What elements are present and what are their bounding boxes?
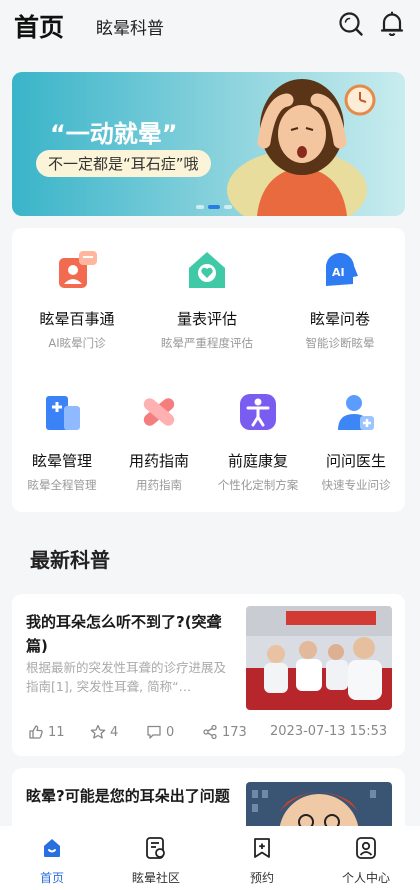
banner-subline: 不一定都是“耳石症”哦	[36, 150, 211, 177]
article-card[interactable]: 我的耳朵怎么听不到了?(突聋篇) 根据最新的突发性耳聋的诊疗进展及指南[1], …	[12, 594, 405, 756]
doctor-icon	[338, 395, 374, 430]
like-count: 11	[48, 724, 65, 740]
tab-label: 眩晕社区	[131, 871, 180, 885]
carousel-dot-active[interactable]	[208, 205, 220, 209]
carousel-dot[interactable]	[224, 205, 232, 209]
article-title: 我的耳朵怎么听不到了?(突聋篇)	[26, 613, 222, 655]
tab-appointment[interactable]: 预约	[222, 836, 302, 886]
article-abstract: 根据最新的突发性耳聋的诊疗进展及指南[1], 突发性耳聋, 简称“…	[26, 660, 227, 694]
service-label: 用药指南	[128, 452, 189, 470]
service-desc: 眩晕全程管理	[27, 478, 97, 492]
section-title: 最新科普	[30, 548, 110, 572]
ai-head-icon: AI	[325, 252, 358, 286]
service-label: 量表评估	[176, 310, 237, 328]
chat-doctor-icon	[59, 251, 97, 288]
bell-icon[interactable]	[378, 10, 406, 38]
service-medication[interactable]: 用药指南 用药指南	[115, 390, 203, 493]
top-header: 首页 眩晕科普	[0, 0, 420, 52]
service-desc: AI眩晕门诊	[48, 336, 106, 350]
service-label: 问问医生	[325, 452, 386, 470]
service-desc: 快速专业问诊	[321, 478, 391, 492]
tab-label: 首页	[39, 871, 64, 885]
service-dizzy-qa[interactable]: 眩晕百事通 AI眩晕门诊	[27, 248, 127, 351]
tab-home[interactable]: 首页	[12, 836, 92, 886]
service-label: 眩晕问卷	[309, 310, 370, 328]
service-questionnaire[interactable]: AI 眩晕问卷 智能诊断眩晕	[290, 248, 390, 351]
article-thumbnail	[246, 606, 392, 710]
comment-count: 0	[166, 724, 175, 740]
service-rehab[interactable]: 前庭康复 个性化定制方案	[208, 390, 308, 493]
pill-icon	[143, 398, 175, 426]
tab-community[interactable]: 眩晕社区	[116, 836, 196, 886]
rehab-person-icon	[240, 394, 276, 430]
favorite-count: 4	[110, 724, 119, 740]
carousel-dot[interactable]	[196, 205, 204, 209]
share-count: 173	[222, 724, 247, 740]
page-title: 首页	[14, 13, 65, 42]
banner-headline: “一动就晕”	[50, 120, 178, 148]
share-icon	[203, 724, 217, 740]
service-scale-assessment[interactable]: 量表评估 眩晕严重程度评估	[147, 248, 267, 351]
home-icon	[44, 839, 60, 857]
service-label: 眩晕管理	[31, 452, 92, 470]
service-management[interactable]: 眩晕管理 眩晕全程管理	[18, 390, 106, 493]
services-card: 眩晕百事通 AI眩晕门诊 量表评估 眩晕严重程度评估 AI 眩晕问卷 智能诊断眩…	[12, 228, 405, 512]
tab-profile[interactable]: 个人中心	[326, 836, 406, 886]
service-desc: 用药指南	[136, 478, 182, 492]
favorite-button[interactable]: 4	[90, 724, 118, 740]
promo-banner[interactable]: “一动就晕” 不一定都是“耳石症”哦	[12, 72, 405, 216]
article-date: 2023-07-13 15:53	[270, 724, 388, 739]
svg-text:AI: AI	[332, 266, 345, 279]
service-label: 眩晕百事通	[39, 310, 115, 328]
service-desc: 个性化定制方案	[217, 478, 299, 492]
tab-label: 个人中心	[341, 871, 390, 885]
share-button[interactable]: 173	[202, 724, 247, 740]
comment-button[interactable]: 0	[146, 724, 174, 740]
hospital-building-icon	[46, 396, 80, 430]
health-home-icon	[189, 252, 225, 288]
bottom-tab-bar: 首页 眩晕社区 预约 个人中心	[0, 826, 420, 890]
comment-icon	[147, 725, 161, 739]
service-label: 前庭康复	[227, 452, 288, 470]
like-button[interactable]: 11	[28, 724, 65, 740]
bookmark-plus-icon	[254, 838, 270, 858]
thumbs-up-icon	[29, 725, 43, 739]
service-desc: 眩晕严重程度评估	[161, 336, 253, 350]
tab-label: 预约	[249, 871, 274, 885]
page-subtitle[interactable]: 眩晕科普	[96, 14, 164, 39]
star-icon	[90, 724, 106, 739]
service-desc: 智能诊断眩晕	[305, 336, 375, 350]
search-icon[interactable]	[337, 10, 365, 38]
community-icon	[146, 837, 165, 859]
service-ask-doctor[interactable]: 问问医生 快速专业问诊	[310, 390, 402, 493]
carousel-indicator[interactable]	[196, 205, 232, 209]
profile-icon	[356, 837, 376, 859]
article-title: 眩晕?可能是您的耳朵出了问题	[26, 787, 230, 805]
